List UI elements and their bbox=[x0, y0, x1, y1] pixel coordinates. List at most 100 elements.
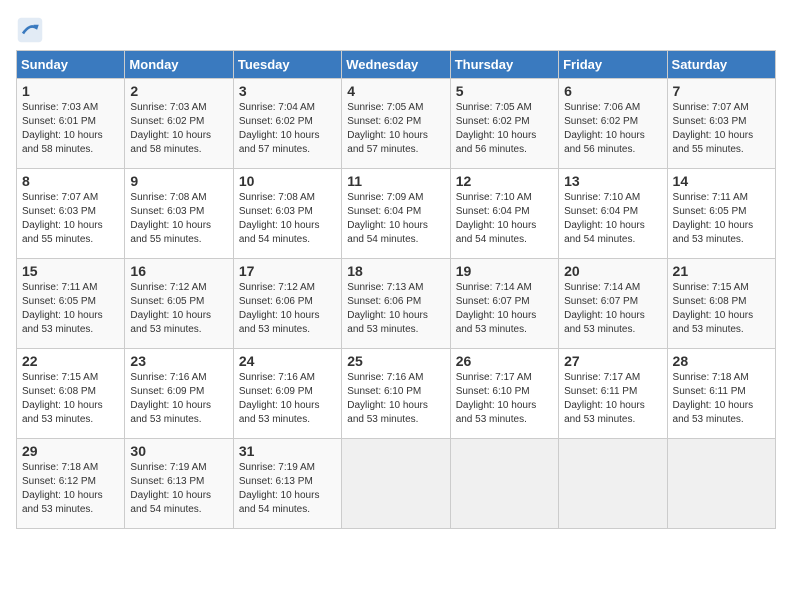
day-info: Sunrise: 7:16 AM Sunset: 6:10 PM Dayligh… bbox=[347, 371, 444, 427]
day-of-week-header: Saturday bbox=[667, 51, 775, 79]
calendar-day-cell bbox=[559, 439, 667, 529]
day-info: Sunrise: 7:03 AM Sunset: 6:01 PM Dayligh… bbox=[22, 101, 119, 157]
calendar-day-cell: 1 Sunrise: 7:03 AM Sunset: 6:01 PM Daylig… bbox=[17, 79, 125, 169]
day-info: Sunrise: 7:13 AM Sunset: 6:06 PM Dayligh… bbox=[347, 281, 444, 337]
day-number: 1 bbox=[22, 83, 119, 99]
day-info: Sunrise: 7:09 AM Sunset: 6:04 PM Dayligh… bbox=[347, 191, 444, 247]
calendar-day-cell bbox=[342, 439, 450, 529]
day-number: 23 bbox=[130, 353, 227, 369]
day-info: Sunrise: 7:06 AM Sunset: 6:02 PM Dayligh… bbox=[564, 101, 661, 157]
day-of-week-header: Friday bbox=[559, 51, 667, 79]
calendar-week-row: 15 Sunrise: 7:11 AM Sunset: 6:05 PM Dayli… bbox=[17, 259, 776, 349]
day-number: 29 bbox=[22, 443, 119, 459]
calendar-week-row: 1 Sunrise: 7:03 AM Sunset: 6:01 PM Daylig… bbox=[17, 79, 776, 169]
calendar-day-cell: 13Sunrise: 7:10 AM Sunset: 6:04 PM Dayli… bbox=[559, 169, 667, 259]
day-of-week-header: Thursday bbox=[450, 51, 558, 79]
calendar-day-cell: 15 Sunrise: 7:11 AM Sunset: 6:05 PM Dayli… bbox=[17, 259, 125, 349]
day-info: Sunrise: 7:05 AM Sunset: 6:02 PM Dayligh… bbox=[456, 101, 553, 157]
logo-icon bbox=[16, 16, 44, 44]
day-number: 30 bbox=[130, 443, 227, 459]
calendar-day-cell: 24Sunrise: 7:16 AM Sunset: 6:09 PM Dayli… bbox=[233, 349, 341, 439]
calendar-day-cell: 8Sunrise: 7:07 AM Sunset: 6:03 PM Daylig… bbox=[17, 169, 125, 259]
logo bbox=[16, 16, 48, 44]
day-number: 15 bbox=[22, 263, 119, 279]
day-number: 25 bbox=[347, 353, 444, 369]
day-number: 7 bbox=[673, 83, 770, 99]
day-info: Sunrise: 7:03 AM Sunset: 6:02 PM Dayligh… bbox=[130, 101, 227, 157]
day-number: 9 bbox=[130, 173, 227, 189]
day-number: 4 bbox=[347, 83, 444, 99]
day-number: 12 bbox=[456, 173, 553, 189]
day-info: Sunrise: 7:08 AM Sunset: 6:03 PM Dayligh… bbox=[239, 191, 336, 247]
day-number: 14 bbox=[673, 173, 770, 189]
day-number: 21 bbox=[673, 263, 770, 279]
calendar-day-cell: 14 Sunrise: 7:11 AM Sunset: 6:05 PM Dayli… bbox=[667, 169, 775, 259]
calendar-day-cell: 3 Sunrise: 7:04 AM Sunset: 6:02 PM Daylig… bbox=[233, 79, 341, 169]
day-number: 17 bbox=[239, 263, 336, 279]
calendar-day-cell: 26 Sunrise: 7:17 AM Sunset: 6:10 PM Dayli… bbox=[450, 349, 558, 439]
calendar-day-cell: 7 Sunrise: 7:07 AM Sunset: 6:03 PM Daylig… bbox=[667, 79, 775, 169]
calendar-week-row: 8Sunrise: 7:07 AM Sunset: 6:03 PM Daylig… bbox=[17, 169, 776, 259]
day-number: 20 bbox=[564, 263, 661, 279]
calendar-day-cell bbox=[450, 439, 558, 529]
calendar-day-cell: 27 Sunrise: 7:17 AM Sunset: 6:11 PM Dayli… bbox=[559, 349, 667, 439]
calendar-day-cell: 30 Sunrise: 7:19 AM Sunset: 6:13 PM Dayli… bbox=[125, 439, 233, 529]
day-info: Sunrise: 7:17 AM Sunset: 6:10 PM Dayligh… bbox=[456, 371, 553, 427]
calendar-day-cell: 21Sunrise: 7:15 AM Sunset: 6:08 PM Dayli… bbox=[667, 259, 775, 349]
day-of-week-header: Sunday bbox=[17, 51, 125, 79]
calendar-day-cell: 11 Sunrise: 7:09 AM Sunset: 6:04 PM Dayli… bbox=[342, 169, 450, 259]
calendar-week-row: 22 Sunrise: 7:15 AM Sunset: 6:08 PM Dayli… bbox=[17, 349, 776, 439]
calendar-day-cell: 29 Sunrise: 7:18 AM Sunset: 6:12 PM Dayli… bbox=[17, 439, 125, 529]
day-of-week-header: Wednesday bbox=[342, 51, 450, 79]
day-info: Sunrise: 7:10 AM Sunset: 6:04 PM Dayligh… bbox=[456, 191, 553, 247]
day-number: 3 bbox=[239, 83, 336, 99]
day-number: 24 bbox=[239, 353, 336, 369]
day-number: 19 bbox=[456, 263, 553, 279]
day-info: Sunrise: 7:19 AM Sunset: 6:13 PM Dayligh… bbox=[130, 461, 227, 517]
day-info: Sunrise: 7:18 AM Sunset: 6:12 PM Dayligh… bbox=[22, 461, 119, 517]
day-number: 8 bbox=[22, 173, 119, 189]
day-number: 6 bbox=[564, 83, 661, 99]
day-info: Sunrise: 7:12 AM Sunset: 6:06 PM Dayligh… bbox=[239, 281, 336, 337]
day-of-week-header: Monday bbox=[125, 51, 233, 79]
day-number: 18 bbox=[347, 263, 444, 279]
day-number: 5 bbox=[456, 83, 553, 99]
day-info: Sunrise: 7:14 AM Sunset: 6:07 PM Dayligh… bbox=[456, 281, 553, 337]
calendar-table: SundayMondayTuesdayWednesdayThursdayFrid… bbox=[16, 50, 776, 529]
day-number: 10 bbox=[239, 173, 336, 189]
calendar-day-cell: 6 Sunrise: 7:06 AM Sunset: 6:02 PM Daylig… bbox=[559, 79, 667, 169]
calendar-day-cell: 25 Sunrise: 7:16 AM Sunset: 6:10 PM Dayli… bbox=[342, 349, 450, 439]
calendar-day-cell: 31Sunrise: 7:19 AM Sunset: 6:13 PM Dayli… bbox=[233, 439, 341, 529]
calendar-day-cell: 23 Sunrise: 7:16 AM Sunset: 6:09 PM Dayli… bbox=[125, 349, 233, 439]
day-number: 2 bbox=[130, 83, 227, 99]
day-number: 22 bbox=[22, 353, 119, 369]
calendar-day-cell: 19 Sunrise: 7:14 AM Sunset: 6:07 PM Dayli… bbox=[450, 259, 558, 349]
day-info: Sunrise: 7:07 AM Sunset: 6:03 PM Dayligh… bbox=[673, 101, 770, 157]
day-number: 27 bbox=[564, 353, 661, 369]
calendar-day-cell: 18 Sunrise: 7:13 AM Sunset: 6:06 PM Dayli… bbox=[342, 259, 450, 349]
calendar-week-row: 29 Sunrise: 7:18 AM Sunset: 6:12 PM Dayli… bbox=[17, 439, 776, 529]
day-info: Sunrise: 7:17 AM Sunset: 6:11 PM Dayligh… bbox=[564, 371, 661, 427]
day-number: 16 bbox=[130, 263, 227, 279]
day-info: Sunrise: 7:16 AM Sunset: 6:09 PM Dayligh… bbox=[130, 371, 227, 427]
day-info: Sunrise: 7:12 AM Sunset: 6:05 PM Dayligh… bbox=[130, 281, 227, 337]
day-number: 28 bbox=[673, 353, 770, 369]
day-info: Sunrise: 7:11 AM Sunset: 6:05 PM Dayligh… bbox=[22, 281, 119, 337]
day-info: Sunrise: 7:15 AM Sunset: 6:08 PM Dayligh… bbox=[22, 371, 119, 427]
day-number: 31 bbox=[239, 443, 336, 459]
day-number: 11 bbox=[347, 173, 444, 189]
calendar-day-cell: 4Sunrise: 7:05 AM Sunset: 6:02 PM Daylig… bbox=[342, 79, 450, 169]
calendar-day-cell: 22 Sunrise: 7:15 AM Sunset: 6:08 PM Dayli… bbox=[17, 349, 125, 439]
day-info: Sunrise: 7:08 AM Sunset: 6:03 PM Dayligh… bbox=[130, 191, 227, 247]
calendar-day-cell: 20 Sunrise: 7:14 AM Sunset: 6:07 PM Dayli… bbox=[559, 259, 667, 349]
day-info: Sunrise: 7:04 AM Sunset: 6:02 PM Dayligh… bbox=[239, 101, 336, 157]
day-info: Sunrise: 7:10 AM Sunset: 6:04 PM Dayligh… bbox=[564, 191, 661, 247]
day-info: Sunrise: 7:14 AM Sunset: 6:07 PM Dayligh… bbox=[564, 281, 661, 337]
calendar-day-cell: 9 Sunrise: 7:08 AM Sunset: 6:03 PM Daylig… bbox=[125, 169, 233, 259]
calendar-day-cell: 2 Sunrise: 7:03 AM Sunset: 6:02 PM Daylig… bbox=[125, 79, 233, 169]
calendar-day-cell: 28Sunrise: 7:18 AM Sunset: 6:11 PM Dayli… bbox=[667, 349, 775, 439]
day-info: Sunrise: 7:11 AM Sunset: 6:05 PM Dayligh… bbox=[673, 191, 770, 247]
day-number: 26 bbox=[456, 353, 553, 369]
day-of-week-header: Tuesday bbox=[233, 51, 341, 79]
calendar-day-cell: 10 Sunrise: 7:08 AM Sunset: 6:03 PM Dayli… bbox=[233, 169, 341, 259]
